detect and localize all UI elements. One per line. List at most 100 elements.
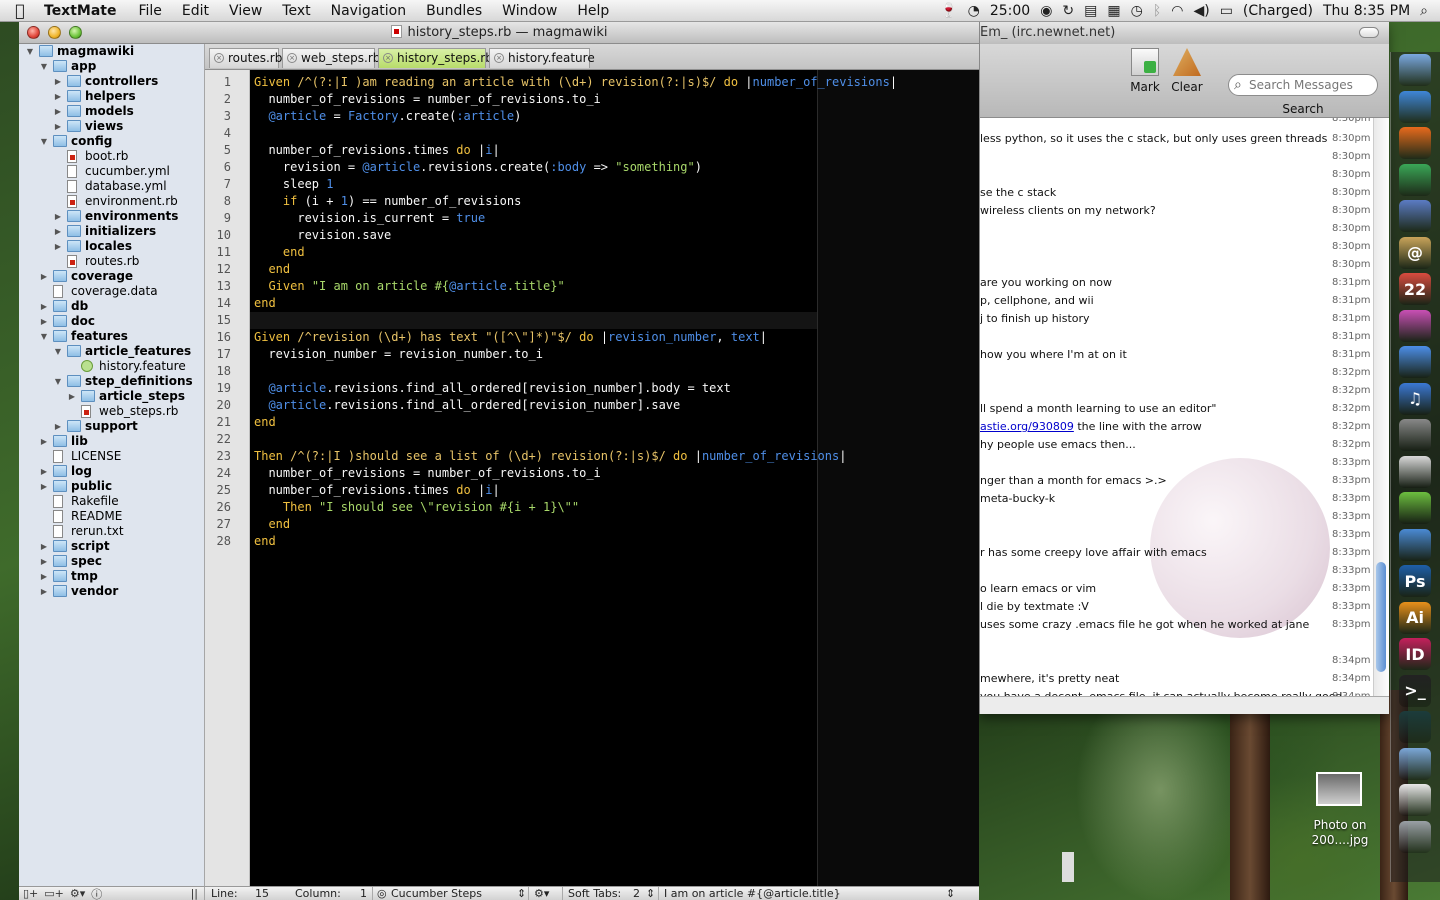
disclosure-closed-icon[interactable]: ▶	[53, 224, 63, 239]
add-folder-icon[interactable]: ▭+	[44, 887, 64, 900]
ical-icon[interactable]: 22	[1399, 273, 1431, 305]
message-row[interactable]: meta-bucky-k	[980, 490, 1055, 508]
code-line[interactable]: end	[254, 295, 276, 312]
grammar-popup[interactable]: Cucumber Steps	[391, 887, 482, 900]
address-book-icon[interactable]: @	[1399, 236, 1431, 269]
itunes-icon[interactable]	[1399, 309, 1431, 342]
tree-item[interactable]: cucumber.yml	[19, 164, 204, 179]
tree-item[interactable]: ▼ step_definitions	[19, 374, 204, 389]
colloquy-icon[interactable]	[1399, 200, 1431, 232]
code-line[interactable]: number_of_revisions = number_of_revision…	[254, 465, 600, 482]
message-row[interactable]: you have a decent .emacs file, it can ac…	[980, 688, 1342, 696]
code-line[interactable]: number_of_revisions = number_of_revision…	[254, 91, 600, 108]
keyboard-icon[interactable]: ▤	[1084, 3, 1097, 19]
code-line[interactable]: end	[254, 516, 290, 533]
line-value[interactable]: 15	[255, 887, 269, 900]
disclosure-closed-icon[interactable]: ▶	[53, 119, 63, 134]
message-row[interactable]: hy people use emacs then...	[980, 436, 1136, 454]
code-line[interactable]: @article.revisions.find_all_ordered[revi…	[254, 380, 730, 397]
code-line[interactable]: sleep 1	[254, 176, 334, 193]
documents-stack-icon[interactable]	[1399, 784, 1431, 816]
code-line[interactable]: end	[254, 261, 290, 278]
message-row[interactable]: how you where I'm at on it	[980, 346, 1127, 364]
disclosure-closed-icon[interactable]: ▶	[39, 434, 49, 449]
menu-window[interactable]: Window	[492, 3, 567, 19]
code-line[interactable]: end	[254, 414, 276, 431]
disclosure-closed-icon[interactable]: ▶	[53, 74, 63, 89]
message-log[interactable]: 8:30pm less python, so it uses the c stac…	[980, 118, 1373, 696]
timer-value[interactable]: 25:00	[990, 3, 1030, 19]
bundle-gear-icon[interactable]: ⚙▾	[534, 887, 549, 900]
time-machine-icon[interactable]: ◷	[1131, 3, 1143, 19]
spotlight-icon[interactable]: ⌕	[1420, 3, 1428, 19]
tree-item[interactable]: ▼ article_features	[19, 344, 204, 359]
irc-titlebar[interactable]: Em_ (irc.newnet.net)	[980, 22, 1389, 44]
disclosure-closed-icon[interactable]: ▶	[67, 389, 77, 404]
project-drawer[interactable]: ▼ magmawiki ▼ app ▶ controllers ▶ helpers ▶ model…	[19, 44, 205, 886]
code-line[interactable]: Given /^revision (\d+) has text "([^\"]*…	[254, 329, 767, 346]
tree-item[interactable]: ▶ environments	[19, 209, 204, 224]
tree-item[interactable]: database.yml	[19, 179, 204, 194]
indesign-icon[interactable]: ID	[1399, 638, 1431, 670]
wifi-icon[interactable]: ◠	[1171, 3, 1183, 19]
code-line[interactable]: Given "I am on article #{@article.title}…	[254, 278, 564, 295]
tree-item[interactable]: ▶ public	[19, 479, 204, 494]
disclosure-closed-icon[interactable]: ▶	[39, 539, 49, 554]
disclosure-closed-icon[interactable]: ▶	[39, 464, 49, 479]
bluetooth-icon[interactable]: ᛒ	[1153, 3, 1161, 19]
message-row[interactable]: wireless clients on my network?	[980, 202, 1156, 220]
tree-item[interactable]: ▶ initializers	[19, 224, 204, 239]
menu-file[interactable]: File	[128, 3, 171, 19]
disclosure-open-icon[interactable]: ▼	[39, 134, 49, 149]
symbol-popup[interactable]: I am on article #{@article.title}	[664, 887, 841, 900]
menu-edit[interactable]: Edit	[172, 3, 219, 19]
disclosure-closed-icon[interactable]: ▶	[39, 269, 49, 284]
message-row[interactable]: ll spend a month learning to use an edit…	[980, 400, 1217, 418]
photoshop-icon[interactable]: Ps	[1399, 565, 1431, 597]
disclosure-open-icon[interactable]: ▼	[25, 44, 35, 59]
message-row[interactable]: mewhere, it's pretty neat	[980, 670, 1119, 688]
menu-bundles[interactable]: Bundles	[416, 3, 492, 19]
message-row[interactable]: r has some creepy love affair with emacs	[980, 544, 1207, 562]
chrome-icon[interactable]	[1399, 163, 1431, 196]
code-editor[interactable]: Given /^(?:|I )am reading an article wit…	[250, 70, 979, 886]
disclosure-closed-icon[interactable]: ▶	[53, 239, 63, 254]
itunes-music-icon[interactable]: ♫	[1399, 382, 1431, 415]
soft-tabs-value[interactable]: 2	[633, 887, 640, 900]
tab-routes[interactable]: × routes.rb	[209, 48, 282, 68]
tab-web-steps[interactable]: × web_steps.rb	[282, 48, 380, 68]
info-icon[interactable]: ⓘ	[91, 886, 102, 900]
tab-close-icon[interactable]: ×	[287, 53, 297, 63]
code-line[interactable]: revision.is_current = true	[254, 210, 485, 227]
safari-icon[interactable]	[1399, 90, 1431, 123]
code-line[interactable]: if (i + 1) == number_of_revisions	[254, 193, 521, 210]
disclosure-open-icon[interactable]: ▼	[53, 374, 63, 389]
money-icon[interactable]	[1399, 492, 1431, 524]
message-row[interactable]: astie.org/930809 the line with the arrow	[980, 418, 1202, 436]
terminal-icon[interactable]: >_	[1399, 674, 1431, 707]
tab-close-icon[interactable]: ×	[214, 53, 224, 63]
tree-item[interactable]: ▶ doc	[19, 314, 204, 329]
tree-item[interactable]: rerun.txt	[19, 524, 204, 539]
code-line[interactable]: @article = Factory.create(:article)	[254, 108, 521, 125]
desktop-photo-icon[interactable]	[1316, 772, 1362, 806]
disclosure-closed-icon[interactable]: ▶	[39, 479, 49, 494]
disclosure-closed-icon[interactable]: ▶	[39, 299, 49, 314]
code-line[interactable]: revision = @article.revisions.create(:bo…	[254, 159, 702, 176]
tree-item[interactable]: ▼ app	[19, 59, 204, 74]
tree-item[interactable]: ▼ magmawiki	[19, 44, 204, 59]
applications-folder-icon[interactable]	[1399, 747, 1431, 780]
tabs-popup-arrows-icon[interactable]: ⇕	[646, 887, 655, 900]
apple-menu-icon[interactable]: 	[0, 1, 40, 20]
xcode-icon[interactable]	[1399, 528, 1431, 561]
disclosure-closed-icon[interactable]: ▶	[39, 584, 49, 599]
scrollbar-thumb[interactable]	[1376, 562, 1386, 672]
tree-item[interactable]: ▶ locales	[19, 239, 204, 254]
soft-tabs-label[interactable]: Soft Tabs:	[568, 887, 621, 900]
trash-icon[interactable]	[1399, 820, 1431, 853]
menu-help[interactable]: Help	[567, 3, 619, 19]
disclosure-closed-icon[interactable]: ▶	[39, 314, 49, 329]
tab-close-icon[interactable]: ×	[494, 53, 504, 63]
sync-icon[interactable]: ↻	[1062, 3, 1074, 19]
code-line[interactable]: revision.save	[254, 227, 391, 244]
